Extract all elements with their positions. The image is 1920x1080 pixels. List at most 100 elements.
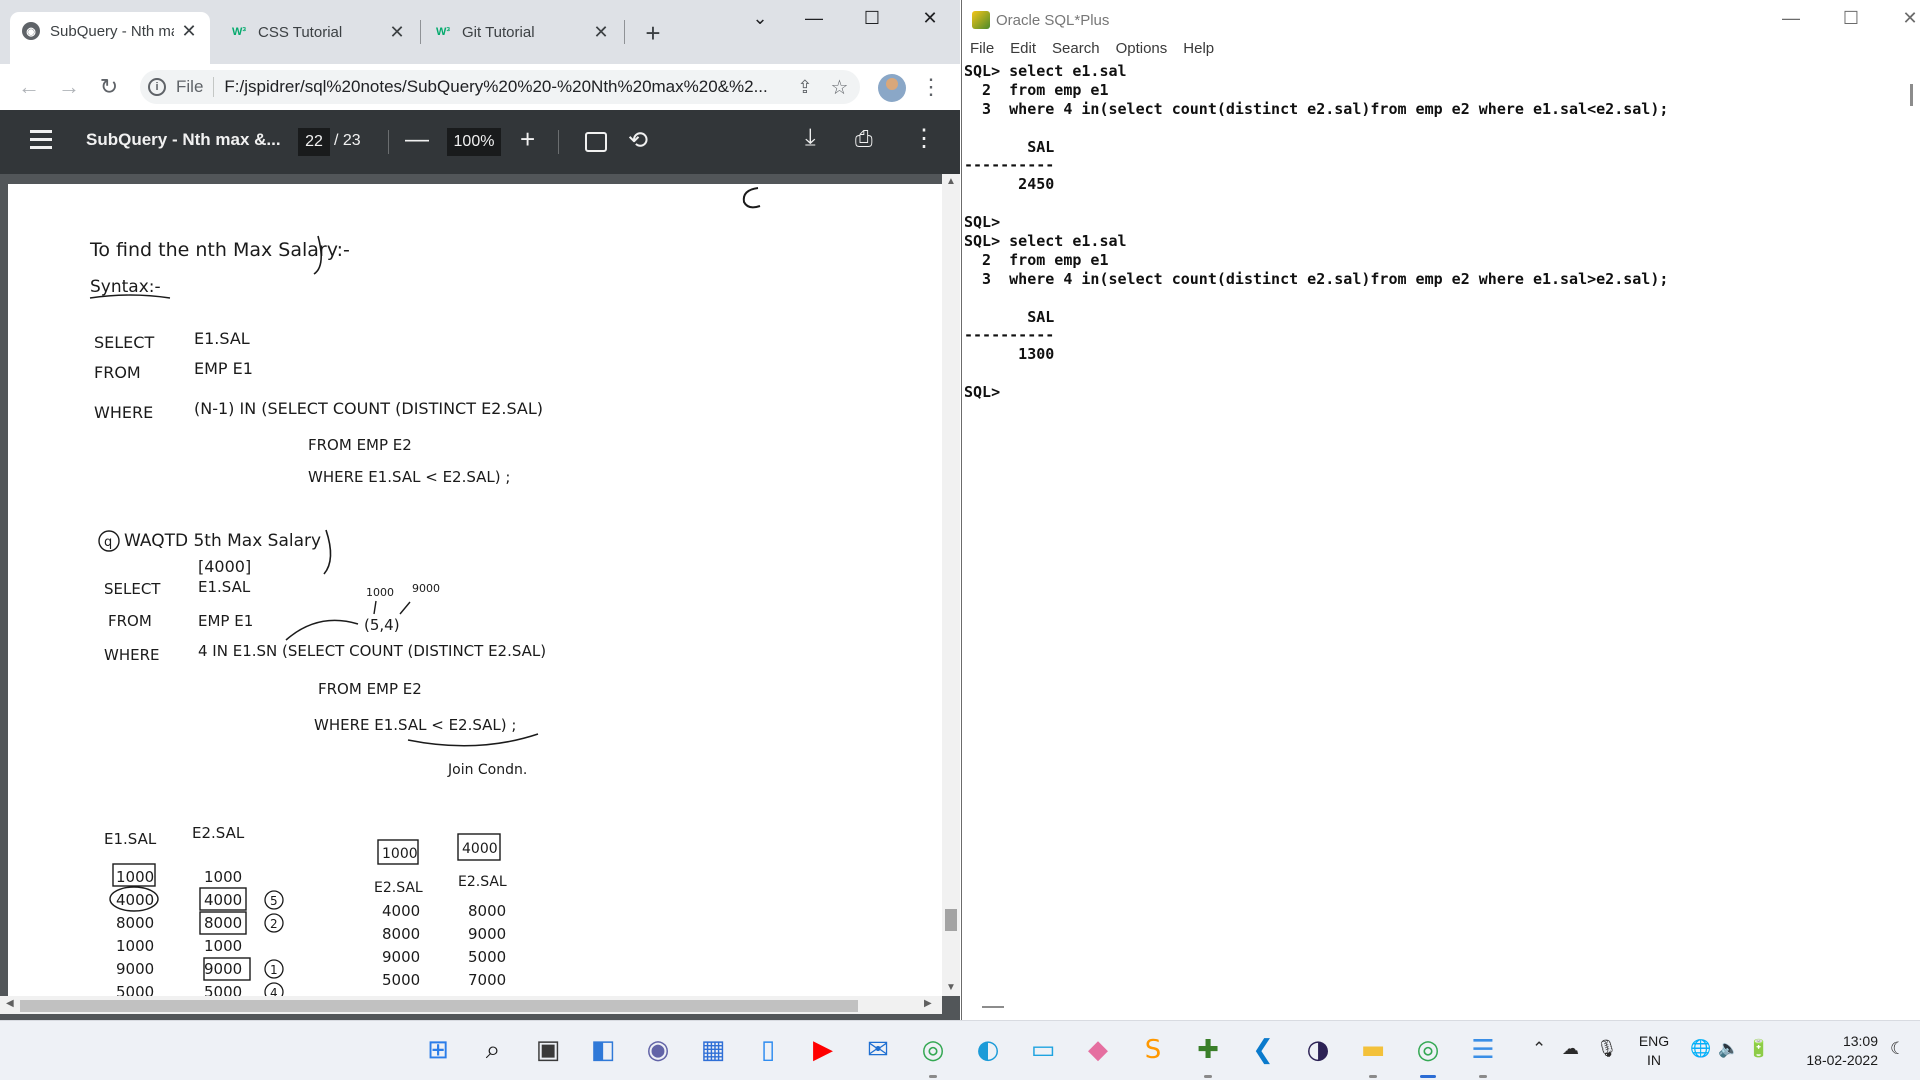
- annotation-value: 9000: [412, 582, 440, 595]
- globe-icon: ◉: [22, 22, 40, 40]
- sql-console[interactable]: SQL> select e1.sal 2 from emp e1 3 where…: [962, 62, 1902, 1002]
- info-icon[interactable]: i: [148, 78, 166, 96]
- back-icon[interactable]: ←: [14, 72, 44, 102]
- tab-git-tutorial[interactable]: W³ Git Tutorial ✕: [422, 14, 622, 50]
- reload-icon[interactable]: ↻: [94, 72, 124, 102]
- minimize-button[interactable]: —: [794, 8, 834, 29]
- notepad-icon[interactable]: ☰: [1468, 1035, 1498, 1078]
- annotation-pair: (5,4): [364, 616, 400, 634]
- windows-start-icon[interactable]: ⊞: [423, 1035, 453, 1065]
- clock[interactable]: 13:09 18-02-2022: [1782, 1032, 1878, 1080]
- microsoft-store-icon[interactable]: ▦: [698, 1035, 728, 1065]
- menu-help[interactable]: Help: [1183, 40, 1214, 62]
- pdf-horizontal-scrollbar[interactable]: ◀ ▶: [0, 996, 942, 1014]
- tutorial-app-icon[interactable]: ✚: [1193, 1035, 1223, 1078]
- language-indicator[interactable]: ENG IN: [1638, 1032, 1670, 1080]
- close-tab-icon[interactable]: ✕: [180, 21, 198, 42]
- show-hidden-icons[interactable]: ⌃: [1532, 1039, 1546, 1059]
- search-icon[interactable]: ⌕: [478, 1035, 508, 1065]
- volume-icon[interactable]: 🔈: [1718, 1039, 1739, 1059]
- rotate-icon[interactable]: ⟲: [628, 126, 648, 155]
- console-line: SAL: [964, 307, 1055, 326]
- scroll-up-icon[interactable]: ▲: [946, 176, 956, 187]
- pdf-vertical-scrollbar[interactable]: ▲ ▼: [942, 174, 960, 996]
- onedrive-icon[interactable]: ☁: [1562, 1039, 1579, 1059]
- close-tab-icon[interactable]: ✕: [592, 22, 610, 43]
- sqlplus-window: Oracle SQL*Plus — ☐ ✕ File Edit Search O…: [961, 0, 1920, 1020]
- share-icon[interactable]: ⇪: [797, 77, 812, 98]
- forward-icon[interactable]: →: [54, 72, 84, 102]
- region-code: IN: [1647, 1052, 1661, 1068]
- menu-options[interactable]: Options: [1116, 40, 1168, 62]
- scroll-thumb[interactable]: [945, 909, 957, 931]
- scroll-down-icon[interactable]: ▼: [946, 982, 956, 993]
- scroll-right-icon[interactable]: ▶: [924, 998, 932, 1009]
- scroll-thumb[interactable]: [1910, 84, 1913, 106]
- profile-avatar[interactable]: [878, 74, 906, 102]
- syntax-value: FROM EMP E2: [308, 436, 412, 454]
- file-explorer-icon[interactable]: ▬: [1358, 1035, 1388, 1078]
- scroll-left-icon[interactable]: ◀: [6, 998, 14, 1009]
- syntax-keyword: FROM: [94, 363, 141, 382]
- maximize-button[interactable]: ☐: [1831, 8, 1871, 29]
- page-number-input[interactable]: 22: [298, 128, 330, 156]
- widgets-icon[interactable]: ◧: [588, 1035, 618, 1065]
- youtube-icon[interactable]: ▶: [808, 1035, 838, 1065]
- edge-icon[interactable]: ◐: [973, 1035, 1003, 1065]
- sublime-text-icon[interactable]: S: [1138, 1035, 1168, 1065]
- console-line: 2 from emp e1: [964, 250, 1109, 269]
- battery-icon[interactable]: 🔋: [1748, 1039, 1769, 1059]
- pdf-viewer[interactable]: To find the nth Max Salary:- Syntax:- SE…: [0, 174, 960, 1020]
- download-icon[interactable]: ⤓: [805, 124, 816, 152]
- chrome-icon[interactable]: ◎: [918, 1035, 948, 1078]
- menu-icon[interactable]: [30, 130, 52, 154]
- bookmark-star-icon[interactable]: ☆: [831, 75, 849, 100]
- pdf-more-icon[interactable]: ⋮: [912, 124, 936, 153]
- language-code: ENG: [1638, 1033, 1670, 1049]
- network-icon[interactable]: 🌐: [1690, 1039, 1711, 1059]
- console-line: SQL>: [964, 213, 1001, 232]
- tab-search-icon[interactable]: ⌄: [740, 8, 780, 29]
- table-cell: 1000: [116, 868, 154, 886]
- eclipse-icon[interactable]: ◑: [1303, 1035, 1333, 1065]
- syntax-value: EMP E1: [194, 359, 253, 378]
- tab-subquery-pdf[interactable]: ◉ SubQuery - Nth max & 2nd... ✕: [10, 12, 210, 64]
- close-tab-icon[interactable]: ✕: [388, 22, 406, 43]
- menu-file[interactable]: File: [970, 40, 994, 62]
- mail-icon[interactable]: ✉: [863, 1035, 893, 1065]
- print-icon[interactable]: ⎙: [855, 126, 873, 152]
- table-cell: 9000: [468, 925, 506, 943]
- syntax-label: Syntax:-: [90, 277, 161, 297]
- remote-desktop-icon[interactable]: ▭: [1028, 1035, 1058, 1065]
- teams-chat-icon[interactable]: ◉: [643, 1035, 673, 1065]
- console-hscroll-thumb[interactable]: [982, 1006, 1004, 1008]
- vscode-icon[interactable]: ❮: [1248, 1035, 1278, 1065]
- gem-app-icon[interactable]: ◆: [1083, 1035, 1113, 1065]
- zoom-in-button[interactable]: +: [520, 124, 535, 155]
- chrome-menu-icon[interactable]: ⋮: [920, 74, 942, 100]
- table-cell: 9000: [116, 960, 154, 978]
- close-window-button[interactable]: ✕: [910, 8, 950, 29]
- menu-search[interactable]: Search: [1052, 40, 1100, 62]
- notifications-icon[interactable]: ☾: [1890, 1039, 1905, 1059]
- minimize-button[interactable]: —: [1771, 8, 1811, 29]
- microphone-icon[interactable]: 🎙: [1596, 1039, 1618, 1059]
- chrome-profile-icon[interactable]: ◎: [1413, 1035, 1443, 1078]
- address-bar[interactable]: i File F:/jspidrer/sql%20notes/SubQuery%…: [140, 70, 860, 104]
- zoom-level-input[interactable]: 100%: [447, 128, 501, 156]
- syntax-value: E1.SAL: [194, 329, 250, 348]
- new-tab-button[interactable]: +: [638, 18, 668, 49]
- menu-edit[interactable]: Edit: [1010, 40, 1036, 62]
- maximize-button[interactable]: ☐: [852, 8, 892, 29]
- url-text[interactable]: F:/jspidrer/sql%20notes/SubQuery%20%20-%…: [224, 77, 779, 97]
- console-scrollbar[interactable]: [1902, 62, 1920, 1020]
- phone-link-icon[interactable]: ▯: [753, 1035, 783, 1065]
- task-view-icon[interactable]: ▣: [533, 1035, 563, 1065]
- tab-css-tutorial[interactable]: W³ CSS Tutorial ✕: [218, 14, 418, 50]
- close-window-button[interactable]: ✕: [1890, 8, 1920, 29]
- syntax-keyword: SELECT: [94, 333, 154, 352]
- fit-to-page-icon[interactable]: [585, 132, 607, 152]
- scroll-thumb[interactable]: [20, 1000, 858, 1012]
- zoom-out-button[interactable]: —: [405, 126, 429, 154]
